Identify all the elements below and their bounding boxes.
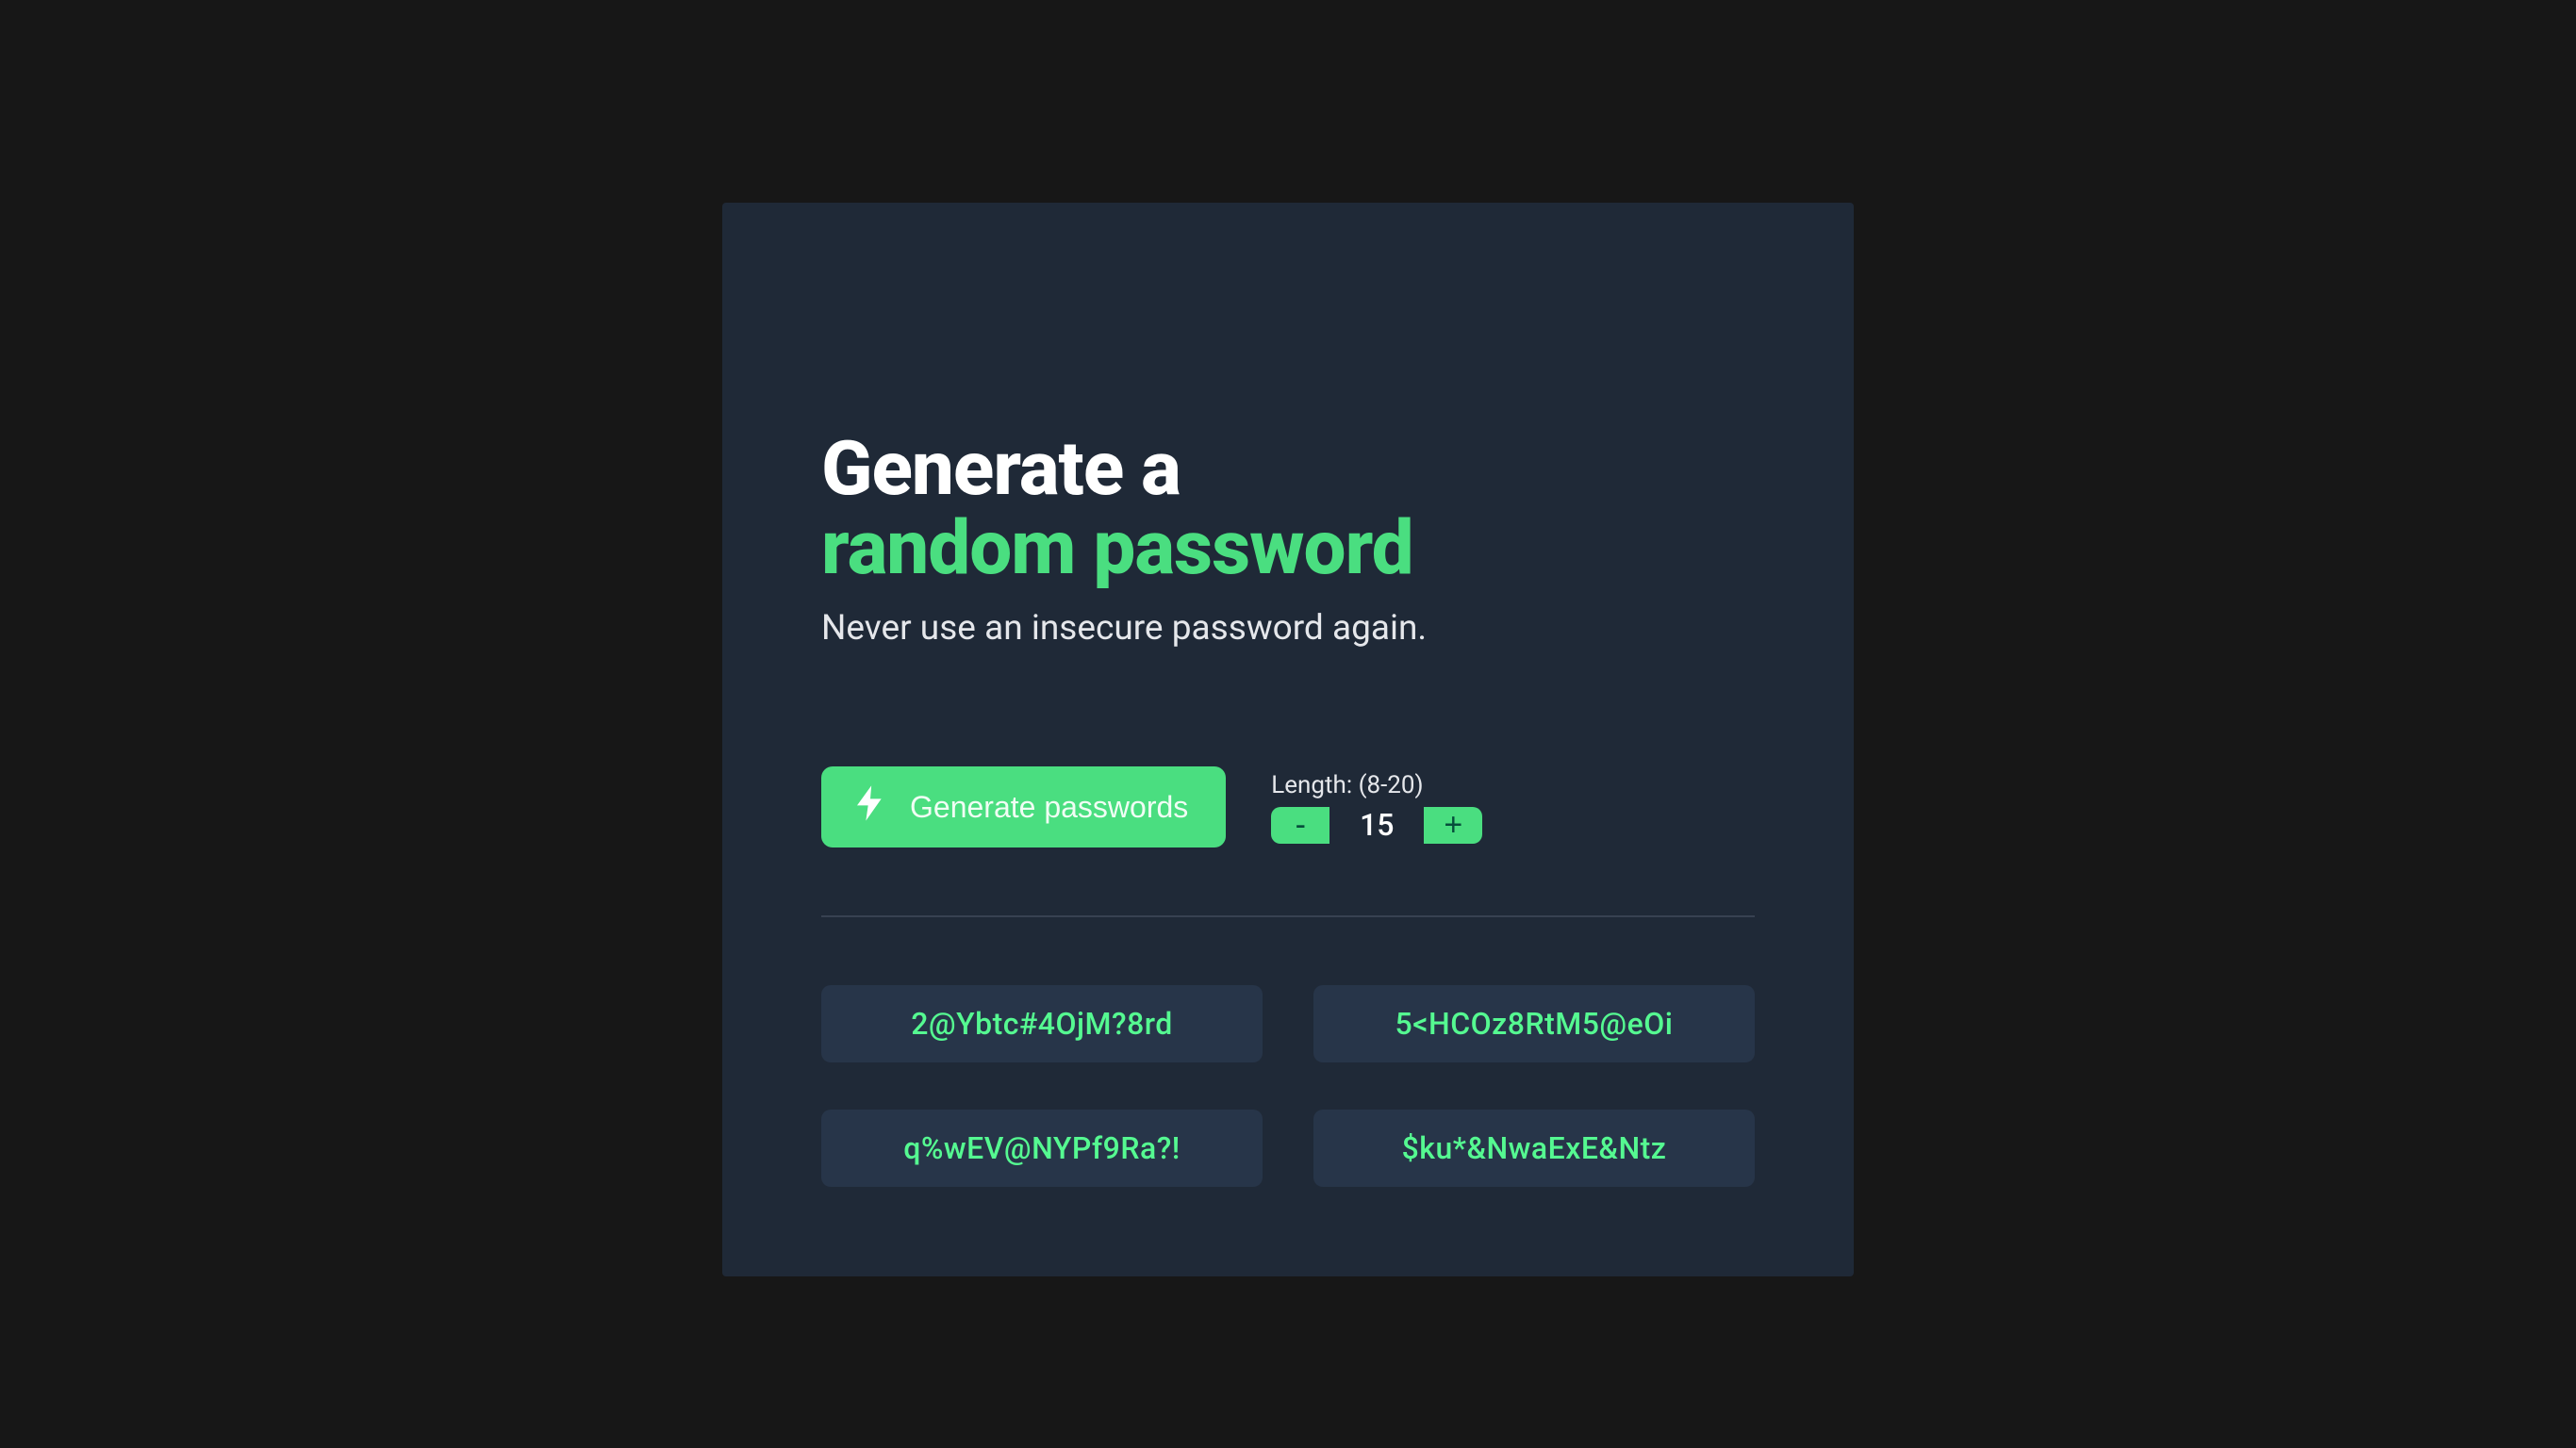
divider [821, 915, 1755, 917]
page-title: Generate a random password [821, 429, 1755, 587]
length-value: 15 [1329, 807, 1424, 844]
password-output-4[interactable]: $ku*&NwaExE&Ntz [1313, 1110, 1755, 1187]
passwords-grid: 2@Ybtc#4OjM?8rd 5<HCOz8RtM5@eOi q%wEV@NY… [821, 985, 1755, 1187]
page-subtitle: Never use an insecure password again. [821, 608, 1755, 649]
controls-row: Generate passwords Length: (8-20) - 15 + [821, 766, 1755, 847]
length-label: Length: (8-20) [1271, 771, 1482, 799]
bolt-icon [857, 785, 883, 829]
decrease-length-button[interactable]: - [1271, 807, 1329, 844]
generate-passwords-button[interactable]: Generate passwords [821, 766, 1226, 847]
generate-button-label: Generate passwords [910, 790, 1188, 825]
password-output-3[interactable]: q%wEV@NYPf9Ra?! [821, 1110, 1263, 1187]
password-generator-card: Generate a random password Never use an … [722, 203, 1854, 1276]
password-output-1[interactable]: 2@Ybtc#4OjM?8rd [821, 985, 1263, 1062]
title-line-2: random password [821, 503, 1413, 592]
length-stepper: - 15 + [1271, 807, 1482, 844]
title-line-1: Generate a [821, 424, 1181, 513]
password-output-2[interactable]: 5<HCOz8RtM5@eOi [1313, 985, 1755, 1062]
increase-length-button[interactable]: + [1424, 807, 1482, 844]
length-control: Length: (8-20) - 15 + [1271, 771, 1482, 844]
